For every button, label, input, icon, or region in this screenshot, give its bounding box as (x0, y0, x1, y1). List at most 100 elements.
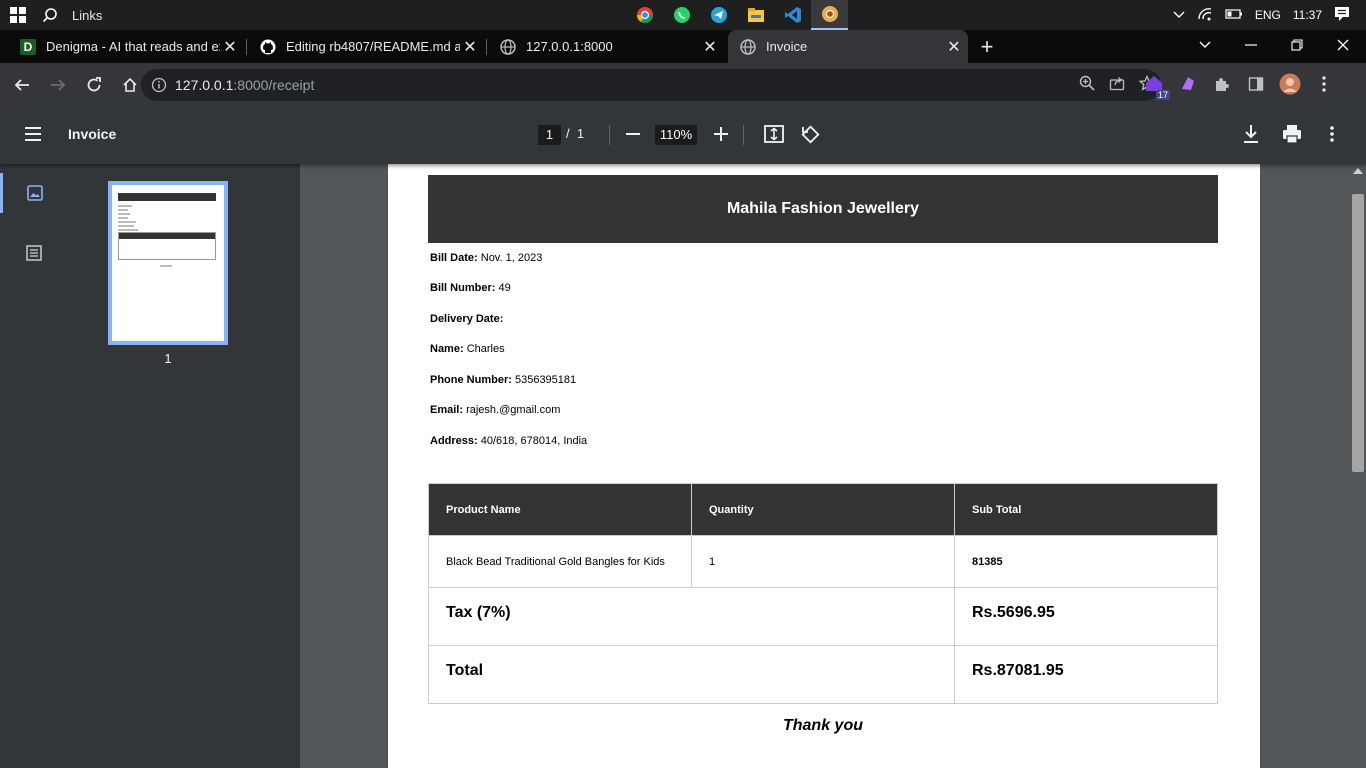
tab-localhost[interactable]: 127.0.0.1:8000 ✕ (488, 30, 724, 63)
print-icon[interactable] (1281, 122, 1303, 151)
forward-button[interactable] (42, 69, 74, 101)
wifi-icon[interactable] (1197, 7, 1213, 24)
battery-icon[interactable] (1225, 8, 1243, 22)
tab-title: Editing rb4807/README.md at m (286, 39, 460, 54)
reload-button[interactable] (78, 69, 110, 101)
rotate-icon[interactable] (799, 122, 821, 151)
thumbnail-text-line (118, 209, 128, 211)
vertical-scrollbar[interactable] (1350, 164, 1366, 768)
total-label: Total (428, 645, 955, 704)
scrollbar-thumb[interactable] (1352, 194, 1364, 472)
page-separator: / (566, 126, 570, 141)
restore-button[interactable] (1274, 30, 1320, 60)
site-info-icon[interactable] (151, 77, 167, 93)
page-total: / 1 (566, 126, 584, 141)
vscode-icon[interactable] (774, 0, 811, 30)
document-outline-icon[interactable] (0, 233, 67, 273)
minimize-button[interactable] (1228, 30, 1274, 60)
file-explorer-icon[interactable] (737, 0, 774, 30)
zoom-out-button[interactable] (624, 123, 642, 150)
pdf-more-options-icon[interactable] (1322, 122, 1342, 151)
browser-menu-icon[interactable] (1312, 72, 1336, 96)
fit-to-page-icon[interactable] (763, 122, 785, 151)
address-field: Address: 40/618, 678014, India (430, 435, 587, 447)
invoice-shop-name: Mahila Fashion Jewellery (428, 175, 1218, 243)
notifications-icon[interactable] (1334, 6, 1350, 25)
total-pages: 1 (576, 126, 585, 141)
tab-denigma[interactable]: D Denigma - AI that reads and exp ✕ (8, 30, 244, 63)
zoom-icon[interactable] (1079, 75, 1095, 96)
github-icon (260, 39, 276, 55)
thumbnail-header-bar (118, 193, 216, 201)
column-header: Quantity (691, 483, 955, 536)
zoom-level-input[interactable]: 110% (655, 125, 697, 145)
table-row: Black Bead Traditional Gold Bangles for … (428, 535, 1218, 588)
thumbnail-text-line (118, 205, 132, 207)
extension-purple-icon[interactable] (1176, 72, 1200, 96)
thumbnails-view-icon[interactable] (0, 173, 67, 213)
phone-number-field: Phone Number: 5356395181 (430, 374, 576, 386)
close-tab-icon[interactable]: ✕ (460, 37, 480, 57)
name-field: Name: Charles (430, 343, 505, 355)
globe-icon (740, 38, 756, 55)
chevron-up-icon[interactable] (1173, 8, 1185, 22)
chrome-icon[interactable] (626, 0, 663, 30)
close-tab-icon[interactable]: ✕ (700, 37, 720, 57)
page-number-input[interactable]: 1 (538, 125, 561, 145)
pdf-toolbar: Invoice 1 / 1 110% (0, 106, 1366, 164)
download-icon[interactable] (1241, 122, 1261, 151)
new-tab-button[interactable]: + (974, 34, 1000, 60)
language-indicator[interactable]: ENG (1255, 8, 1281, 22)
tab-search-icon[interactable] (1182, 30, 1228, 60)
scroll-up-arrow-icon[interactable] (1353, 168, 1363, 174)
extension-badge: 17 (1155, 90, 1170, 100)
whatsapp-icon[interactable] (663, 0, 700, 30)
bill-number-field: Bill Number: 49 (430, 282, 511, 294)
pdf-menu-icon[interactable] (22, 123, 44, 150)
taskbar-search[interactable]: Links (42, 7, 102, 23)
globe-icon (500, 38, 516, 55)
close-tab-icon[interactable]: ✕ (220, 37, 240, 57)
tab-github[interactable]: Editing rb4807/README.md at m ✕ (248, 30, 484, 63)
field-label: Bill Number: (430, 282, 496, 294)
close-tab-icon[interactable]: ✕ (944, 37, 964, 57)
thumbnail-text-line (118, 217, 128, 219)
browser-toolbar: 127.0.0.1:8000/receipt 17 (0, 63, 1366, 106)
thumbnail-text-line (118, 229, 138, 231)
column-header: Product Name (428, 483, 692, 536)
field-value: 49 (498, 282, 511, 294)
share-icon[interactable] (1109, 75, 1125, 96)
clock[interactable]: 11:37 (1293, 8, 1322, 22)
search-icon (42, 8, 57, 23)
window-controls (1182, 30, 1366, 63)
field-value: Nov. 1, 2023 (480, 252, 543, 264)
pdf-sidebar: 1 (0, 164, 300, 768)
total-value: Rs.87081.95 (954, 645, 1218, 704)
tab-strip: D Denigma - AI that reads and exp ✕ Edit… (0, 30, 1366, 63)
address-bar[interactable]: 127.0.0.1:8000/receipt (141, 69, 1161, 101)
field-value: 5356395181 (514, 374, 577, 386)
close-window-button[interactable] (1320, 30, 1366, 60)
telegram-icon[interactable] (700, 0, 737, 30)
field-label: Phone Number: (430, 374, 512, 386)
profile-avatar[interactable] (1278, 72, 1302, 96)
thumbnail-text-line (118, 221, 136, 223)
tab-title: Denigma - AI that reads and exp (46, 39, 220, 54)
thumbnail-text-line (118, 225, 134, 227)
side-panel-icon[interactable] (1244, 72, 1268, 96)
extensions-area: 17 (1142, 72, 1336, 100)
tab-invoice[interactable]: Invoice ✕ (728, 30, 968, 63)
chrome-canary-icon[interactable] (811, 0, 848, 30)
url-path: :8000/receipt (233, 77, 315, 93)
denigma-icon: D (20, 38, 36, 55)
extension-house-icon[interactable]: 17 (1142, 72, 1170, 100)
page-thumbnail[interactable] (108, 181, 228, 345)
zoom-in-button[interactable] (712, 123, 730, 150)
toolbar-divider (743, 125, 744, 145)
tax-label: Tax (7%) (428, 587, 955, 646)
system-tray: ENG 11:37 (1173, 0, 1366, 30)
back-button[interactable] (6, 69, 38, 101)
extensions-puzzle-icon[interactable] (1210, 72, 1234, 96)
windows-taskbar: Links ENG 11:37 (0, 0, 1366, 30)
windows-start-icon[interactable] (0, 0, 36, 30)
